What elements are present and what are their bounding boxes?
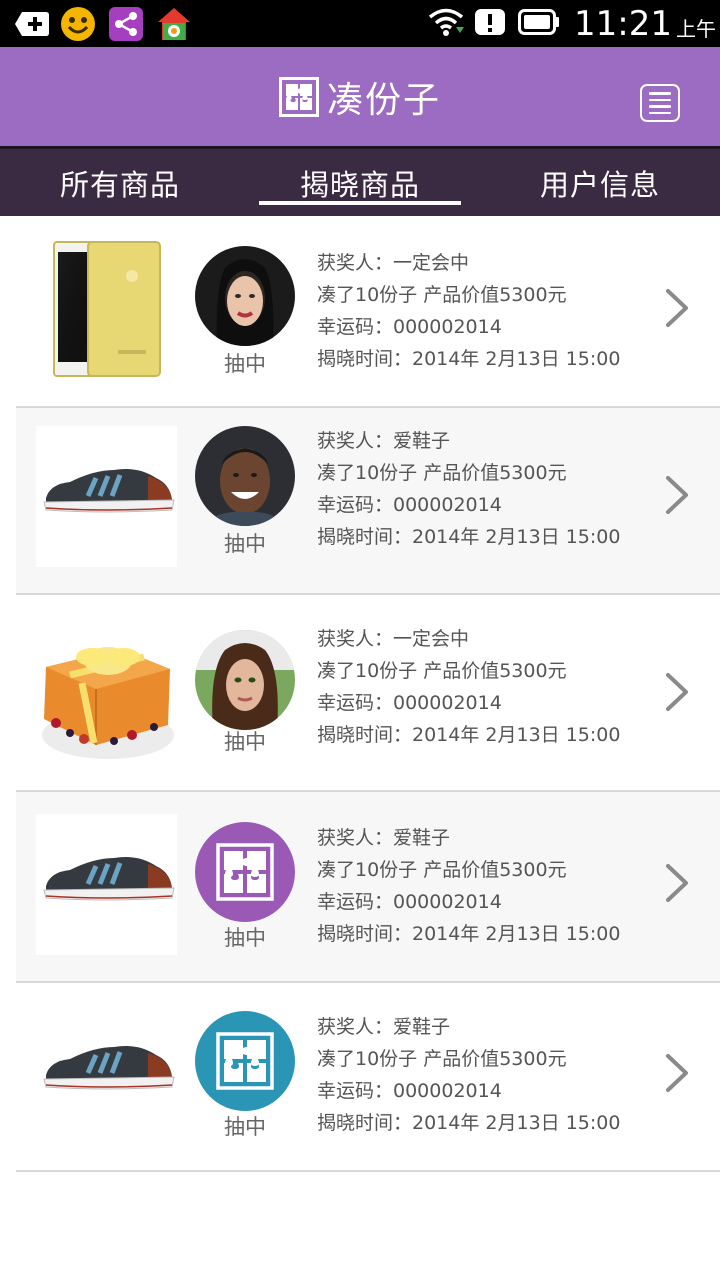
portions-text: 凑了10份子 产品价值5300元 — [317, 1048, 567, 1070]
revealed-list: 抽中 获奖人：一定会中 凑了10份子 产品价值5300元 幸运码：0000020… — [16, 216, 720, 1172]
lucky-code-text: 幸运码：000002014 — [317, 1080, 502, 1102]
reveal-time-text: 揭晓时间：2014年 2月13日 15:00 — [317, 526, 621, 548]
portions-text: 凑了10份子 产品价值5300元 — [317, 284, 567, 306]
clock: 11:21 — [574, 3, 672, 44]
record-info: 获奖人：一定会中 凑了10份子 产品价值5300元 幸运码：000002014 … — [317, 247, 620, 375]
chevron-right-icon — [666, 289, 688, 327]
puzzle-logo-icon — [278, 76, 319, 117]
list-item[interactable]: 抽中 获奖人：一定会中 凑了10份子 产品价值5300元 幸运码：0000020… — [16, 216, 720, 408]
avatar — [195, 1011, 295, 1111]
portions-text: 凑了10份子 产品价值5300元 — [317, 660, 567, 682]
lucky-code-text: 幸运码：000002014 — [317, 316, 502, 338]
share-app-icon — [108, 6, 144, 42]
home-settings-icon — [156, 6, 192, 42]
tab-revealed-products[interactable]: 揭晓商品 — [240, 149, 480, 216]
chevron-right-icon — [666, 476, 688, 514]
lucky-code-text: 幸运码：000002014 — [317, 891, 502, 913]
list-menu-icon-line — [649, 111, 671, 114]
app-header: 凑份子 — [0, 47, 720, 146]
list-item[interactable]: 抽中 获奖人：爱鞋子 凑了10份子 产品价值5300元 幸运码：00000201… — [16, 408, 720, 595]
battery-icon — [518, 8, 560, 40]
portions-text: 凑了10份子 产品价值5300元 — [317, 859, 567, 881]
list-item[interactable]: 抽中 获奖人：一定会中 凑了10份子 产品价值5300元 幸运码：0000020… — [16, 595, 720, 792]
product-image-sneaker — [36, 1003, 177, 1144]
avatar-label: 抽中 — [224, 926, 266, 950]
tab-user-info[interactable]: 用户信息 — [480, 149, 720, 216]
winner-text: 获奖人：一定会中 — [317, 628, 470, 650]
reveal-time-text: 揭晓时间：2014年 2月13日 15:00 — [317, 923, 621, 945]
clock-ampm: 上午 — [676, 17, 716, 41]
product-image-cake — [36, 623, 177, 764]
wifi-icon — [428, 7, 465, 41]
tab-bar: 所有商品 揭晓商品 用户信息 — [0, 146, 720, 216]
product-image-sneaker — [36, 814, 177, 955]
avatar-label: 抽中 — [224, 532, 266, 556]
list-item[interactable]: 抽中 获奖人：爱鞋子 凑了10份子 产品价值5300元 幸运码：00000201… — [16, 983, 720, 1172]
reveal-time-text: 揭晓时间：2014年 2月13日 15:00 — [317, 348, 621, 370]
list-item[interactable]: 抽中 获奖人：爱鞋子 凑了10份子 产品价值5300元 幸运码：00000201… — [16, 792, 720, 983]
app-title: 凑份子 — [326, 79, 441, 121]
chevron-right-icon — [666, 1054, 688, 1092]
record-info: 获奖人：一定会中 凑了10份子 产品价值5300元 幸运码：000002014 … — [317, 623, 620, 751]
winner-text: 获奖人：爱鞋子 — [317, 430, 451, 452]
tab-all-products[interactable]: 所有商品 — [0, 149, 240, 216]
lucky-code-text: 幸运码：000002014 — [317, 692, 502, 714]
reveal-time-text: 揭晓时间：2014年 2月13日 15:00 — [317, 1112, 621, 1134]
status-bar: 11:21 上午 — [0, 0, 720, 47]
product-image-iphone — [36, 238, 177, 379]
alert-icon — [474, 7, 506, 41]
record-info: 获奖人：爱鞋子 凑了10份子 产品价值5300元 幸运码：000002014 揭… — [317, 1011, 620, 1139]
chevron-right-icon — [666, 673, 688, 711]
avatar-label: 抽中 — [224, 730, 266, 754]
record-info: 获奖人：爱鞋子 凑了10份子 产品价值5300元 幸运码：000002014 揭… — [317, 822, 620, 950]
product-image-sneaker — [36, 426, 177, 567]
winner-text: 获奖人：爱鞋子 — [317, 1016, 451, 1038]
lucky-code-text: 幸运码：000002014 — [317, 494, 502, 516]
title-group: 凑份子 — [0, 47, 720, 146]
status-indicators: 11:21 上午 — [428, 0, 720, 47]
avatar-label: 抽中 — [224, 1115, 266, 1139]
add-box-icon — [14, 6, 50, 42]
smiley-icon — [60, 6, 96, 42]
winner-text: 获奖人：爱鞋子 — [317, 827, 451, 849]
portions-text: 凑了10份子 产品价值5300元 — [317, 462, 567, 484]
reveal-time-text: 揭晓时间：2014年 2月13日 15:00 — [317, 724, 621, 746]
winner-text: 获奖人：一定会中 — [317, 252, 470, 274]
list-menu-button[interactable] — [640, 84, 680, 122]
record-info: 获奖人：爱鞋子 凑了10份子 产品价值5300元 幸运码：000002014 揭… — [317, 425, 620, 553]
avatar — [195, 822, 295, 922]
avatar — [195, 630, 295, 730]
avatar — [195, 246, 295, 346]
list-menu-icon-line — [649, 92, 671, 95]
avatar — [195, 426, 295, 526]
list-menu-icon-line — [649, 105, 671, 108]
avatar-label: 抽中 — [224, 352, 266, 376]
chevron-right-icon — [666, 864, 688, 902]
list-menu-icon-line — [649, 98, 671, 101]
